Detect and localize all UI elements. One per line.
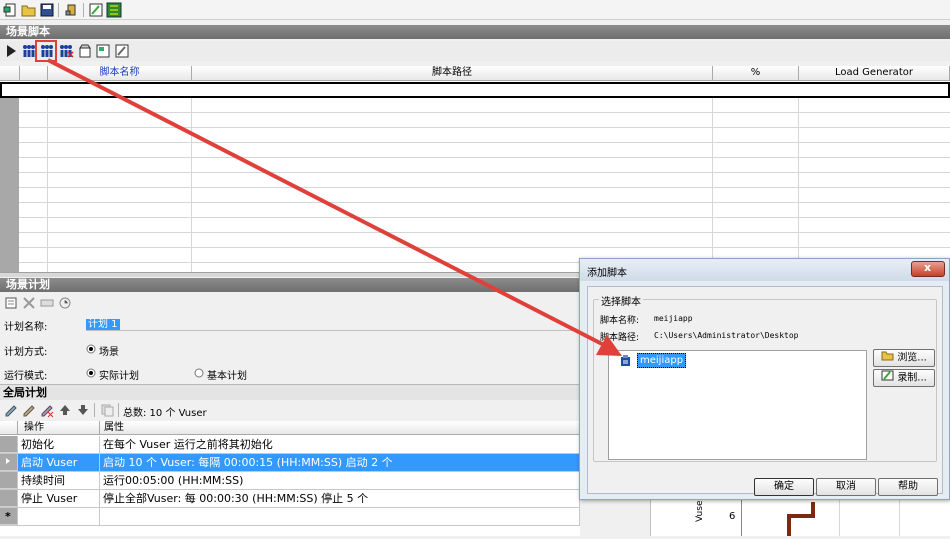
annotation-arrow: [47, 58, 622, 356]
